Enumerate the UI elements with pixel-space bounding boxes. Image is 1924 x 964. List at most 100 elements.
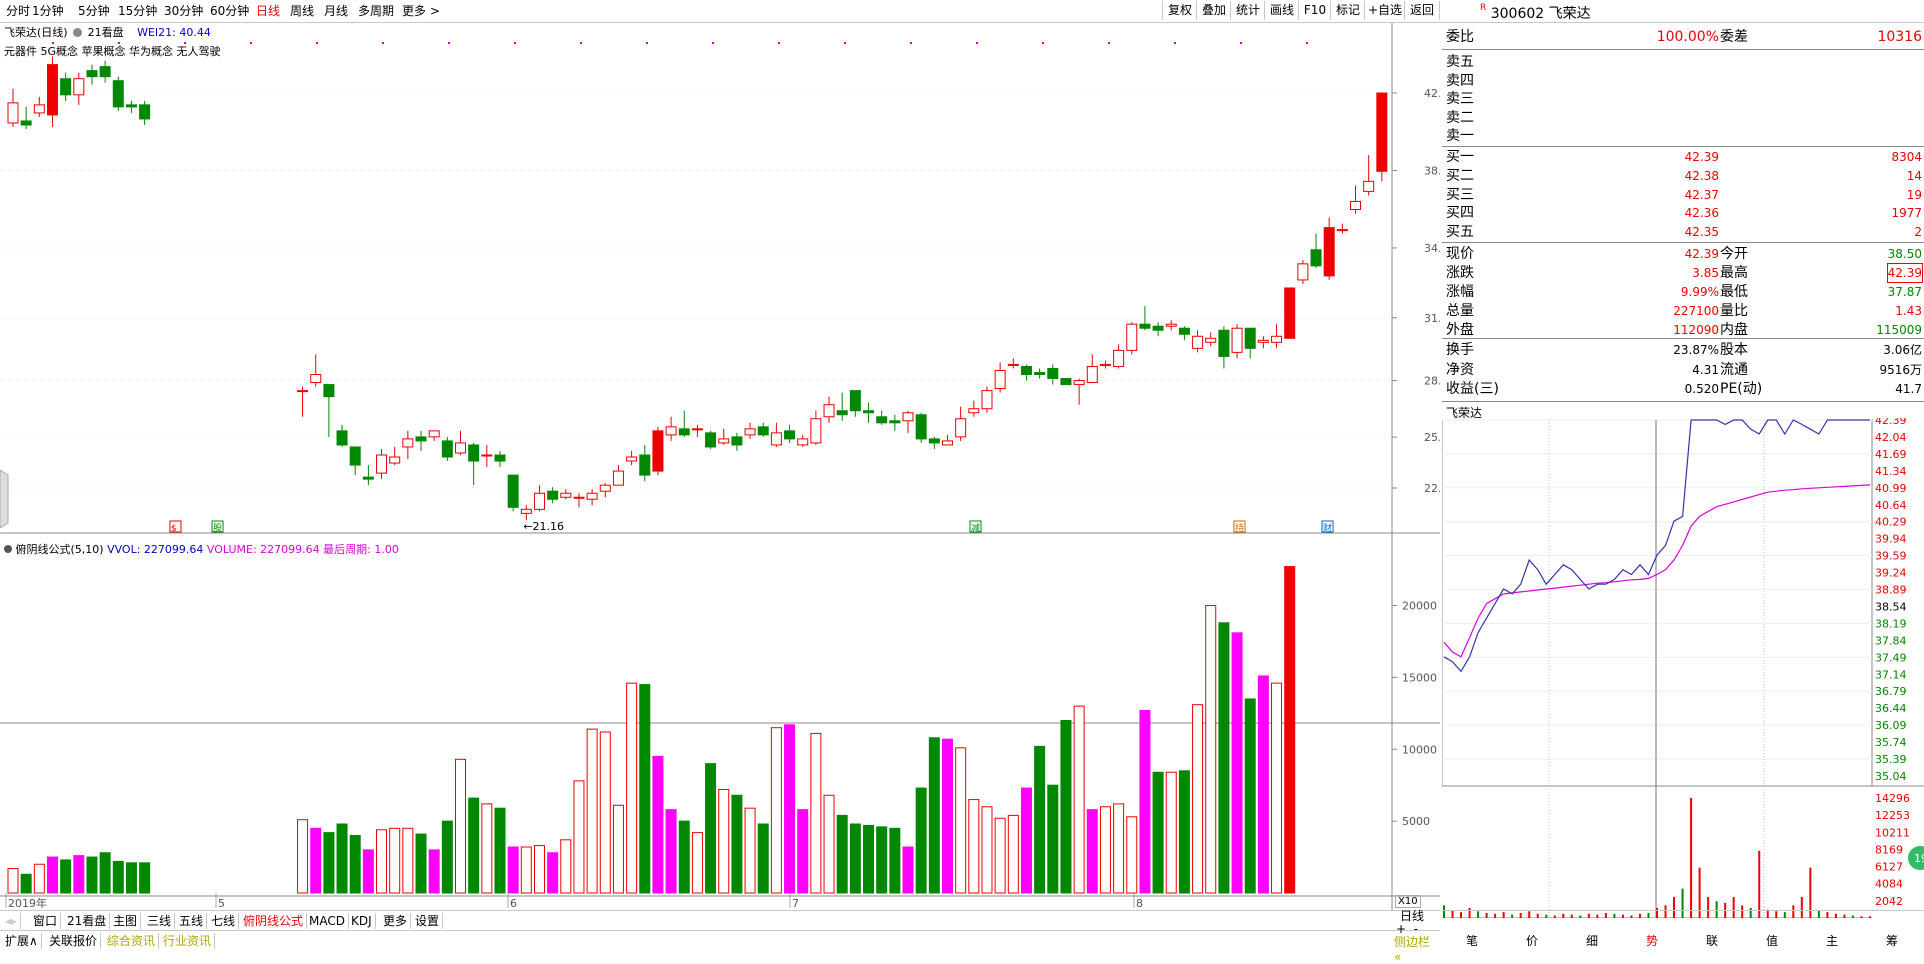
draw-button[interactable]: 画线: [1264, 1, 1299, 20]
mark-button[interactable]: 标记: [1330, 1, 1365, 20]
period-30min[interactable]: 30分钟: [164, 3, 203, 19]
stat-row: 现价 42.39 今开 38.50: [1442, 245, 1924, 263]
side-tab-6[interactable]: 主: [1802, 933, 1862, 950]
weibi-value: 100.00%: [1656, 29, 1719, 45]
volume-bar: [481, 803, 493, 894]
event-marker[interactable]: 财: [1321, 520, 1334, 534]
volume-settings-icon[interactable]: [4, 545, 12, 553]
period-monthly[interactable]: 月线: [324, 3, 348, 19]
period-1min[interactable]: 1分钟: [32, 3, 64, 19]
badge-icon[interactable]: 19: [1908, 846, 1924, 870]
volume-bar: [1073, 705, 1085, 894]
overlay-button[interactable]: 叠加: [1196, 1, 1231, 20]
event-marker[interactable]: $: [169, 520, 182, 534]
add-watchlist-button[interactable]: +自选: [1364, 1, 1405, 20]
zoom-controls[interactable]: + -: [1396, 922, 1436, 936]
stat-row: 涨幅 9.99% 最低 37.87: [1442, 283, 1924, 301]
candle: [1205, 332, 1217, 347]
volume-bar: [626, 682, 638, 894]
stat-value: 38.50: [1887, 247, 1922, 261]
stat-label: 最高: [1720, 265, 1748, 281]
side-tab-3[interactable]: 势: [1622, 933, 1682, 950]
volume-bar: [902, 846, 914, 894]
side-tab-5[interactable]: 值: [1742, 933, 1802, 950]
candle: [468, 442, 480, 486]
period-60min[interactable]: 60分钟: [210, 3, 249, 19]
candle: [455, 430, 467, 455]
stat-value: 9.99%: [1680, 285, 1719, 299]
side-tab-2[interactable]: 细: [1562, 933, 1622, 950]
tab-settings[interactable]: 设置: [412, 913, 444, 929]
period-fenshi[interactable]: 分时: [6, 3, 30, 19]
price-tick-label: 22.76: [1424, 482, 1440, 495]
sidebar-toggle[interactable]: 侧边栏 «: [1394, 933, 1440, 964]
tab-21kanpan[interactable]: 21看盘: [64, 913, 111, 929]
event-marker[interactable]: 减: [969, 520, 982, 534]
volume-bar: [86, 856, 98, 894]
event-marker[interactable]: 持: [1233, 520, 1246, 534]
f10-button[interactable]: F10: [1298, 1, 1331, 20]
candle: [297, 386, 309, 417]
fuquan-button[interactable]: 复权: [1162, 1, 1197, 20]
tab-macd[interactable]: MACD: [306, 913, 349, 929]
weicha-label: 委差: [1720, 29, 1748, 45]
bid-row: 买四 42.36 1977: [1442, 204, 1924, 222]
intraday-vol-tick: 4084: [1875, 878, 1903, 891]
volume-bar: [310, 827, 322, 894]
tab-industry-news[interactable]: 行业资讯: [160, 933, 216, 949]
tab-related-quote[interactable]: 关联报价: [46, 933, 102, 949]
candle: [599, 483, 611, 498]
intraday-chart[interactable]: 42.39 42.04 41.69 41.34 40.99 40.64 40.29 39.94…: [1442, 418, 1924, 918]
badge-text: 19: [1914, 852, 1924, 865]
event-marker[interactable]: 股: [211, 520, 224, 534]
stats-button[interactable]: 统计: [1230, 1, 1265, 20]
back-button[interactable]: 返回: [1404, 1, 1440, 20]
candle: [1284, 287, 1296, 339]
period-5min[interactable]: 5分钟: [78, 3, 110, 19]
candle: [823, 396, 835, 423]
period-daily[interactable]: 日线: [256, 3, 280, 19]
period-more[interactable]: 更多 >: [402, 3, 440, 19]
candle: [784, 424, 796, 443]
period-weekly[interactable]: 周线: [290, 3, 314, 19]
candle: [20, 106, 32, 130]
tab-3line[interactable]: 三线: [144, 913, 176, 929]
volume-bar: [678, 820, 690, 894]
volume-bar: [665, 809, 677, 894]
intraday-price-tick: 35.04: [1875, 770, 1907, 783]
tab-window[interactable]: 窗口: [30, 913, 62, 929]
tab-more[interactable]: 更多: [380, 913, 412, 929]
candle: [1047, 364, 1059, 385]
period-15min[interactable]: 15分钟: [118, 3, 157, 19]
tab-7line[interactable]: 七线: [208, 913, 240, 929]
period-multi[interactable]: 多周期: [358, 3, 394, 19]
tab-kdj[interactable]: KDJ: [348, 913, 376, 929]
tab-5line[interactable]: 五线: [176, 913, 208, 929]
tab-main[interactable]: 主图: [110, 913, 142, 929]
volume-bar: [46, 856, 58, 894]
side-tab-4[interactable]: 联: [1682, 933, 1742, 950]
side-tab-0[interactable]: 笔: [1442, 933, 1502, 950]
volume-bar: [889, 827, 901, 894]
svg-text:股: 股: [213, 523, 222, 534]
tab-expand[interactable]: 扩展∧: [2, 933, 42, 949]
intraday-price-tick: 42.39: [1875, 418, 1907, 427]
side-tab-1[interactable]: 价: [1502, 933, 1562, 950]
bid-volume: 1977: [1891, 206, 1922, 221]
kline-svg: 42.39 38.54 34.69 31.22 28.10 25.29 22.76 ←21.1…: [0, 23, 1440, 943]
volume-bar: [1165, 771, 1177, 894]
candle: [481, 444, 493, 468]
volume-tick-label: 5000: [1402, 815, 1430, 828]
candle: [415, 430, 427, 451]
side-tab-7[interactable]: 筹: [1862, 933, 1922, 950]
tab-formula[interactable]: 俯阴线公式: [240, 913, 308, 929]
kline-chart[interactable]: 飞荣达(日线) 21看盘 WEI21: 40.44 元器件 5G概念 苹果概念 …: [0, 23, 1440, 943]
bid-volume: 19: [1906, 187, 1922, 202]
weicha-value: 10316: [1877, 29, 1922, 45]
volume-bar: [323, 832, 335, 894]
candle: [310, 354, 322, 387]
left-expand-icon[interactable]: [0, 469, 9, 529]
volume-bar: [599, 731, 611, 894]
volume-bar: [349, 835, 361, 894]
tab-news[interactable]: 综合资讯: [104, 933, 160, 949]
